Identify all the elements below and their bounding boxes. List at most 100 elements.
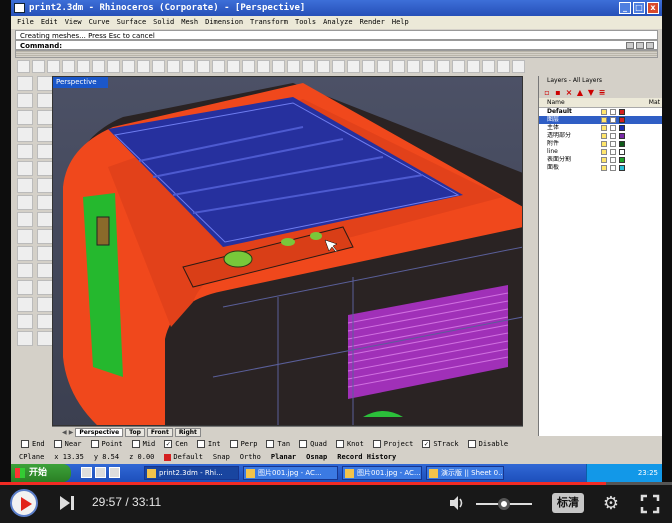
redo-icon[interactable]	[152, 60, 165, 73]
mesh-icon[interactable]	[17, 212, 33, 227]
osnap-knot[interactable]: Knot	[335, 440, 364, 448]
cplane-elevation-icon[interactable]	[302, 60, 315, 73]
layer-row[interactable]: 表面分割	[539, 156, 662, 164]
layer-color-swatch[interactable]	[619, 157, 625, 163]
close-button[interactable]: x	[647, 2, 659, 14]
quick-launch-icon-1[interactable]	[81, 467, 92, 478]
layer-lock-icon[interactable]	[610, 133, 616, 139]
pan-icon[interactable]	[167, 60, 180, 73]
next-video-icon[interactable]	[60, 496, 76, 510]
cut-icon[interactable]	[92, 60, 105, 73]
osnap-cen[interactable]: ✓ Cen	[164, 440, 188, 448]
quick-launch-icon-3[interactable]	[109, 467, 120, 478]
tab-perspective[interactable]: Perspective	[75, 427, 124, 437]
layer-lock-icon[interactable]	[610, 141, 616, 147]
menu-solid[interactable]: Solid	[153, 16, 174, 29]
osnap-checkbox[interactable]	[299, 440, 308, 448]
osnap-disable[interactable]: Disable	[467, 440, 508, 448]
rotate-view-icon[interactable]	[182, 60, 195, 73]
osnap-checkbox[interactable]	[90, 440, 99, 448]
status-record-history[interactable]: Record History	[337, 451, 396, 463]
arc-icon[interactable]	[17, 127, 33, 142]
menu-help[interactable]: Help	[392, 16, 409, 29]
osnap-project[interactable]: Project	[372, 440, 413, 448]
perspective-viewport[interactable]: Perspective	[52, 76, 523, 426]
osnap-checkbox[interactable]	[21, 440, 29, 448]
layer-row[interactable]: Default	[539, 108, 662, 116]
osnap-strack[interactable]: ✓ STrack	[422, 440, 459, 448]
zoom-window-icon[interactable]	[212, 60, 225, 73]
menu-surface[interactable]: Surface	[117, 16, 147, 29]
move-icon[interactable]	[17, 280, 33, 295]
osnap-perp[interactable]: Perp	[229, 440, 257, 448]
layer-icon[interactable]	[392, 60, 405, 73]
status-snap[interactable]: Snap	[213, 451, 230, 463]
osnap-checkbox[interactable]: ✓	[164, 440, 173, 448]
osnap-quad[interactable]: Quad	[299, 440, 327, 448]
osnap-checkbox[interactable]	[53, 440, 62, 448]
save-icon[interactable]	[47, 60, 60, 73]
fillet-edge-icon[interactable]	[17, 229, 33, 244]
status-layer[interactable]: Default	[164, 451, 203, 463]
render-icon[interactable]	[422, 60, 435, 73]
status-ortho[interactable]: Ortho	[240, 451, 261, 463]
free-form-icon[interactable]	[17, 161, 33, 176]
menu-file[interactable]: File	[17, 16, 34, 29]
layer-visible-icon[interactable]	[601, 141, 607, 147]
layer-visible-icon[interactable]	[601, 133, 607, 139]
start-button[interactable]: 开始	[11, 464, 71, 482]
curve-icon[interactable]	[37, 93, 53, 108]
lock-icon[interactable]	[377, 60, 390, 73]
command-prompt[interactable]: Command:	[15, 40, 658, 50]
select-all-icon[interactable]	[332, 60, 345, 73]
layer-row[interactable]: 透明部分	[539, 132, 662, 140]
maximize-button[interactable]: □	[633, 2, 645, 14]
layer-row[interactable]: line	[539, 148, 662, 156]
fullscreen-icon[interactable]	[640, 494, 660, 514]
menu-analyze[interactable]: Analyze	[323, 16, 353, 29]
task-acdsee-1[interactable]: 图片001.jpg - AC...	[243, 466, 338, 480]
layer-row[interactable]: 主体	[539, 124, 662, 132]
osnap-checkbox[interactable]: ✓	[422, 440, 431, 448]
video-progress-bar[interactable]	[0, 482, 672, 485]
osnap-int[interactable]: Int	[196, 440, 221, 448]
volume-icon[interactable]	[448, 494, 466, 512]
named-view-icon[interactable]	[317, 60, 330, 73]
command-restore-icon[interactable]	[636, 42, 644, 49]
offset-icon[interactable]	[37, 161, 53, 176]
menu-edit[interactable]: Edit	[41, 16, 58, 29]
layers-col-name[interactable]: Name	[539, 98, 603, 107]
tab-scroll-icon[interactable]: ◀ ▶	[62, 429, 73, 436]
layer-lock-icon[interactable]	[610, 165, 616, 171]
analyze-icon[interactable]	[17, 331, 33, 346]
ellipse-icon[interactable]	[37, 110, 53, 125]
quick-launch-icon-2[interactable]	[95, 467, 106, 478]
menu-transform[interactable]: Transform	[250, 16, 288, 29]
layer-lock-icon[interactable]	[610, 109, 616, 115]
layer-color-swatch[interactable]	[619, 133, 625, 139]
task-acdsee-2[interactable]: 图片001.jpg - AC...	[342, 466, 422, 480]
copy-object-icon[interactable]	[37, 280, 53, 295]
layer-lock-icon[interactable]	[610, 157, 616, 163]
render-preview-icon[interactable]	[37, 331, 53, 346]
layer-lock-icon[interactable]	[610, 117, 616, 123]
polyline-icon[interactable]	[17, 93, 33, 108]
layer-color-swatch[interactable]	[619, 165, 625, 171]
command-minimize-icon[interactable]	[626, 42, 634, 49]
menu-curve[interactable]: Curve	[89, 16, 110, 29]
select-arrow-icon[interactable]	[17, 76, 33, 91]
osnap-checkbox[interactable]	[196, 440, 205, 448]
menu-view[interactable]: View	[65, 16, 82, 29]
open-file-icon[interactable]	[32, 60, 45, 73]
cplane-icon[interactable]	[287, 60, 300, 73]
zoom-icon[interactable]	[197, 60, 210, 73]
layer-color-swatch[interactable]	[619, 109, 625, 115]
layers-col-material[interactable]: Mat	[649, 98, 662, 107]
zoom-selected-icon[interactable]	[242, 60, 255, 73]
array-icon[interactable]	[17, 314, 33, 329]
layer-filter-icon[interactable]: ≡	[598, 88, 606, 97]
menu-dimension[interactable]: Dimension	[205, 16, 243, 29]
viewport-label[interactable]: Perspective	[53, 77, 108, 88]
layer-color-swatch[interactable]	[619, 117, 625, 123]
layer-lock-icon[interactable]	[610, 125, 616, 131]
